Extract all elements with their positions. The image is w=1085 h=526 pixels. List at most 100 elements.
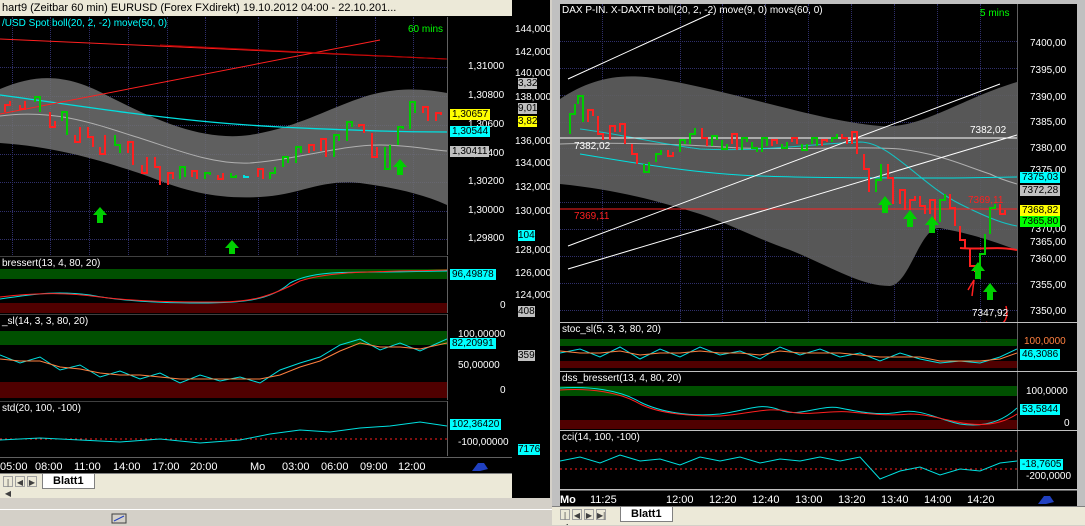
time-label: 11:25 [590,494,617,506]
price-tick: 7365,00 [1030,237,1067,248]
right-dss-pane[interactable]: dss_bressert(13, 4, 80, 20) [560,372,1017,430]
left-stoch-pane[interactable]: _sl(14, 3, 3, 80, 20) [0,314,447,401]
time-label: 05:00 [0,461,28,473]
cci-value-badge: -18,7605 [1020,459,1064,470]
line-annotation-left: 7382,02 [574,141,611,152]
sheet-tab-blatt1[interactable]: Blatt1 [42,474,95,489]
strip-tick: 142,000 [515,47,550,58]
dss-tick-bottom: 0 [1064,418,1070,429]
left-timeframe-label: 60 mins [408,24,444,35]
right-main-pane[interactable]: DAX P-IN. X-DAXTR boll(20, 2, -2) move(9… [560,4,1017,322]
strip-badge: 7176 [518,444,541,455]
price-tick: 7395,00 [1030,65,1067,76]
chart-tool-icon[interactable] [110,511,130,525]
low-annotation: 7347,92 [972,308,1009,319]
price-tick: 7350,00 [1030,306,1067,317]
stoch-tick-bottom: 0 [500,385,506,396]
strip-tick: 128,000 [515,245,550,256]
left-time-axis[interactable]: 05:00 08:00 11:00 14:00 17:00 20:00 Mo 0… [0,457,512,473]
band-mid-value-badge: 1,30411 [450,146,490,157]
last-price-badge: 7368,82 [1020,205,1061,216]
strip-tick: 124,000 [515,290,550,301]
left-std-axis: 102,36420 -100,00000 [447,401,512,456]
left-std-title: std(20, 100, -100) [2,403,81,414]
std-value-badge: 102,36420 [450,419,502,430]
left-std-pane[interactable]: std(20, 100, -100) [0,401,447,457]
time-label: Mo [560,494,576,506]
left-sheet-tabbar: |◀ ◀ ▶ Blatt1 [0,473,512,498]
strip-badge: 104 [518,230,535,241]
bottom-toolbar [0,509,552,526]
std-tick: -100,00000 [458,437,509,448]
dss-value-badge: 53,5844 [1020,404,1061,415]
time-label: 12:40 [752,494,780,506]
right-time-axis[interactable]: Mo 11:25 12:00 12:20 12:40 13:00 13:20 1… [560,490,1077,506]
right-cci-axis: -18,7605 -200,0000 [1017,431,1077,489]
left-chart-window[interactable]: hart9 (Zeitbar 60 min) EURUSD (Forex FXd… [0,0,512,498]
strip-badge: 408 [518,306,535,317]
left-stoch-axis: 100,00000 82,20991 50,00000 0 [447,314,512,400]
left-stoch-lines [0,338,447,384]
strip-tick: 144,000 [515,24,550,35]
time-label: 13:00 [795,494,823,506]
right-cci-title: cci(14, 100, -100) [562,432,640,443]
prev-sheet-button[interactable]: ◀ [572,509,582,520]
cci-tick-bottom: -200,0000 [1026,471,1072,482]
left-price-axis[interactable]: 1,31000 1,30800 1,30600 1,30400 1,30200 … [447,17,512,255]
pen-icon[interactable] [470,459,490,473]
pen-icon[interactable] [1036,492,1056,506]
price-tick: 7380,00 [1030,143,1067,154]
first-sheet-button[interactable]: |◀ [3,476,13,498]
strip-badge: 3,82 [518,116,538,127]
right-stoch-axis: 100,0000 46,3086 [1017,323,1077,371]
right-dss-axis: 100,0000 53,5844 0 [1017,372,1077,430]
left-dss-title: bressert(13, 4, 80, 20) [2,258,101,269]
time-label: 17:00 [152,461,180,473]
next-sheet-button[interactable]: ▶ [27,476,37,487]
time-label: 13:40 [881,494,909,506]
time-label: 14:00 [924,494,952,506]
red-line-annotation-left: 7369,11 [574,211,610,222]
strip-badge: 3,32 [518,78,538,89]
right-stoch-title: stoc_sl(5, 3, 3, 80, 20) [562,324,661,335]
time-label: 11:00 [74,461,101,473]
price-tick: 7355,00 [1030,280,1067,291]
sheet-tab-blatt1[interactable]: Blatt1 [620,507,673,522]
price-tick: 7360,00 [1030,254,1067,265]
time-label: 08:00 [35,461,63,473]
move-value-badge: 7365,80 [1020,216,1061,227]
time-label: 14:20 [967,494,995,506]
left-price-chart [0,38,447,254]
stoch-tick-mid: 50,00000 [458,360,500,371]
right-chart-window[interactable]: DAX P-IN. X-DAXTR boll(20, 2, -2) move(9… [552,0,1085,525]
last-sheet-button[interactable]: ▶| [596,509,606,520]
strip-tick: 132,000 [515,182,550,193]
price-tick: 7400,00 [1030,38,1067,49]
left-stoch-title: _sl(14, 3, 3, 80, 20) [2,316,89,327]
background-window-strip: 144,000 142,000 140,000 3,32 138,000 9,0… [512,0,550,498]
stoch-tick-top: 100,0000 [1024,336,1066,347]
left-dss-pane[interactable]: bressert(13, 4, 80, 20) [0,256,447,314]
left-dss-axis: 96,49878 0 [447,256,512,313]
right-cci-pane[interactable]: cci(14, 100, -100) [560,431,1017,489]
right-stoch-pane[interactable]: stoc_sl(5, 3, 3, 80, 20) [560,323,1017,371]
price-tick: 7385,00 [1030,117,1067,128]
strip-tick: 134,000 [515,158,550,169]
left-main-indicator-title: /USD Spot boll(20, 2, -2) move(50, 0) [2,18,168,29]
strip-tick: 126,000 [515,268,550,279]
right-price-axis[interactable]: 7400,00 7395,00 7390,00 7385,00 7380,00 … [1017,4,1077,322]
first-sheet-button[interactable]: |◀ [560,509,570,525]
left-main-pane[interactable]: /USD Spot boll(20, 2, -2) move(50, 0) 60… [0,17,447,255]
prev-sheet-button[interactable]: ◀ [15,476,25,487]
next-sheet-button[interactable]: ▶ [584,509,594,520]
time-label: 06:00 [321,461,349,473]
time-label: 12:20 [709,494,737,506]
ema-value-badge: 7375,03 [1020,172,1061,183]
last-price-badge: 1,30657 [450,109,491,120]
time-label: 14:00 [113,461,141,473]
strip-tick: 136,000 [515,136,550,147]
right-price-chart [560,13,1017,322]
ema-value-badge: 1,30544 [450,126,491,137]
right-main-indicator-title: DAX P-IN. X-DAXTR boll(20, 2, -2) move(9… [562,5,823,16]
price-tick: 1,30000 [468,205,505,216]
